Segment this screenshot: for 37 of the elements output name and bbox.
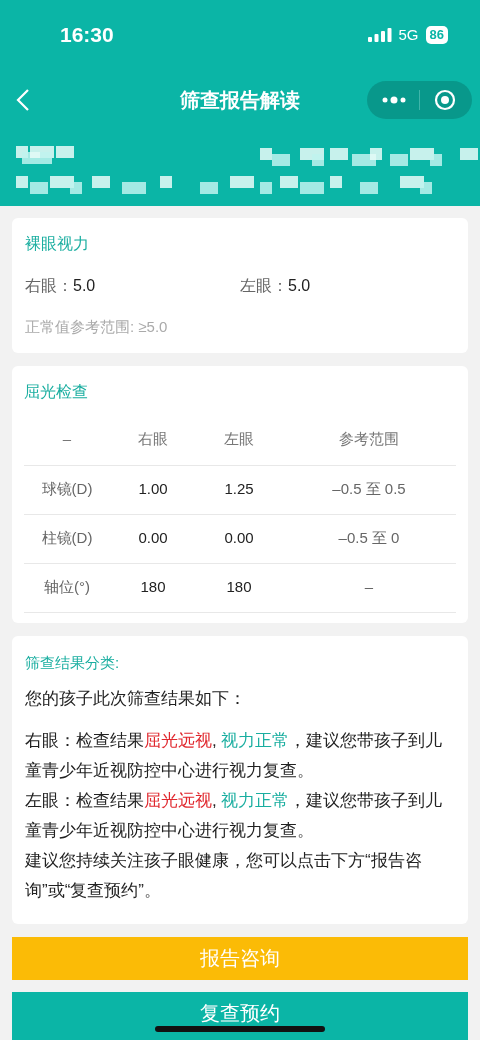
- table-cell-text: 0.00: [223, 528, 255, 549]
- table-cell-text: 0.00: [137, 528, 169, 549]
- signal-icon: [367, 28, 392, 42]
- table-cell-text: 1.00: [137, 479, 169, 500]
- table-cell-text: 180: [225, 577, 253, 598]
- table-cell-text: –0.5 至 0: [337, 528, 401, 549]
- result-paragraph: 右眼：检查结果屈光远视, 视力正常，建议您带孩子到儿童青少年近视防控中心进行视力复查。: [25, 729, 444, 782]
- table-cell-text: 1.25: [223, 479, 255, 500]
- battery-indicator: 86: [425, 26, 448, 44]
- table-cell-text: –: [363, 577, 375, 598]
- column-header: 左眼: [223, 428, 255, 449]
- section-title: 屈光检查: [24, 381, 89, 402]
- network-label: 5G: [398, 24, 419, 45]
- table-cell-text: 柱镜(D): [40, 528, 94, 549]
- action-button[interactable]: 复查预约: [12, 991, 468, 1040]
- reference-note: 正常值参考范围: ≥5.0: [25, 317, 169, 337]
- table-cell-text: 180: [139, 577, 167, 598]
- table-cell-text: –0.5 至 0.5: [331, 479, 407, 500]
- section-title: 裸眼视力: [25, 234, 90, 254]
- close-icon[interactable]: [434, 89, 456, 111]
- column-header: 参考范围: [338, 428, 400, 449]
- vision-value: 右眼：5.0: [25, 276, 97, 296]
- section-title: 筛查结果分类:: [25, 652, 121, 673]
- result-paragraph: 建议您持续关注孩子眼健康，您可以点击下方“报告咨询”或“复查预约”。: [25, 849, 423, 902]
- capsule-menu[interactable]: [367, 81, 472, 119]
- table-cell-text: 球镜(D): [40, 479, 94, 500]
- column-header: –: [61, 428, 73, 449]
- result-paragraph: 左眼：检查结果屈光远视, 视力正常，建议您带孩子到儿童青少年近视防控中心进行视力复查。: [25, 789, 444, 842]
- status-time: 16:30: [60, 22, 114, 49]
- column-header: 右眼: [137, 428, 169, 449]
- vision-value: 左眼：5.0: [240, 276, 312, 296]
- action-button[interactable]: 报告咨询: [12, 936, 468, 980]
- page-title: 筛查报告解读: [180, 88, 300, 113]
- back-icon[interactable]: [16, 88, 30, 112]
- table-cell-text: 轴位(°): [43, 577, 91, 598]
- more-icon[interactable]: [381, 96, 407, 104]
- intro-text: 您的孩子此次筛查结果如下：: [25, 688, 247, 710]
